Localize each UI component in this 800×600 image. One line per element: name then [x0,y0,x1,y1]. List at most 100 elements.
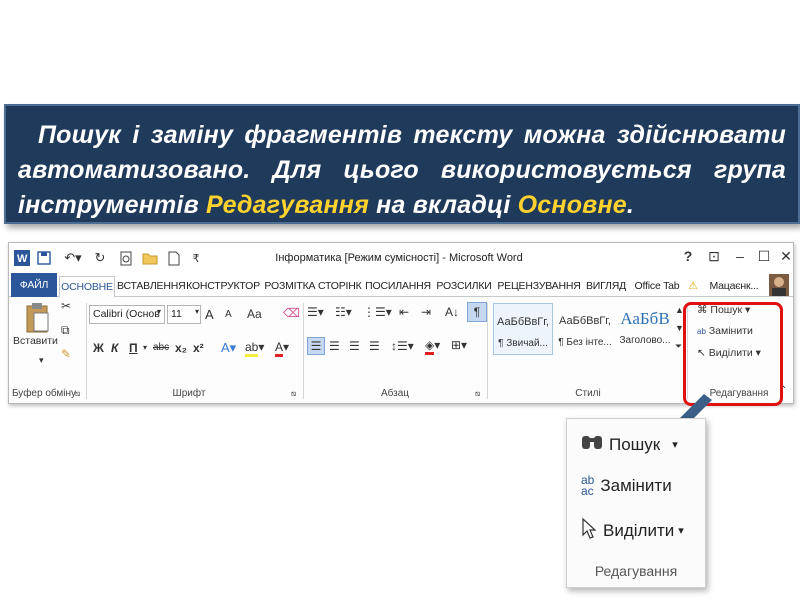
styles-more-icon[interactable]: ⏷ [675,341,682,352]
open-folder-icon[interactable] [141,249,159,267]
clipboard-launcher-icon[interactable]: ⧅ [75,389,80,399]
grow-font-icon[interactable]: A [205,307,214,322]
font-name-dropdown-icon[interactable]: ▾ [157,307,161,316]
tab-home[interactable]: ОСНОВНЕ [59,276,115,298]
avatar[interactable] [769,274,789,296]
font-size-dropdown-icon[interactable]: ▾ [195,307,199,316]
italic-button[interactable]: К [111,341,118,355]
ribbon-display-icon[interactable]: ⊡ [703,248,725,265]
underline-button[interactable]: П [129,341,138,355]
close-icon[interactable]: ✕ [775,248,793,265]
tab-mailings[interactable]: РОЗСИЛКИ [433,276,495,297]
format-painter-icon[interactable]: ✎ [61,347,71,361]
strikethrough-button[interactable]: abc [153,342,169,353]
tab-office-tab[interactable]: Office Tab [631,276,683,297]
decrease-indent-icon[interactable]: ⇤ [399,305,409,319]
clipboard-group-label: Буфер обміну [11,388,77,399]
info-banner: Пошук і заміну фрагментів тексту можна з… [4,104,800,224]
bullets-icon[interactable]: ☰▾ [307,305,324,319]
paste-icon[interactable] [25,301,51,338]
ribbon-tabs: ФАЙЛ ОСНОВНЕ ВСТАВЛЕННЯ КОНСТРУКТОР РОЗМ… [9,273,793,298]
tab-design[interactable]: КОНСТРУКТОР [185,276,261,297]
bold-button[interactable]: Ж [93,341,104,355]
shading-icon[interactable]: ◈▾ [425,338,440,355]
align-left-icon[interactable]: ☰ [307,337,325,355]
superscript-button[interactable]: x² [193,341,204,355]
ribbon: Вставити ▾ ✂ ⧉ ✎ Буфер обміну ⧅ Calibri … [9,297,793,403]
separator [487,303,488,399]
style-no-spacing-name: ¶ Без інте... [558,337,612,348]
redo-icon[interactable]: ↻ [91,249,109,267]
title-bar: W ↶▾ ↻ ₹ Інформатика [Режим сумісності] … [9,243,793,273]
align-center-icon[interactable]: ☰ [329,339,340,353]
tab-view[interactable]: ВИГЛЯД [583,276,629,297]
word-logo-icon: W [13,249,31,267]
sort-icon[interactable]: A↓ [445,305,459,319]
zoom-replace-label: Замінити [600,476,672,495]
paste-button[interactable]: Вставити [13,335,58,347]
editing-highlight-frame [683,302,783,406]
style-heading-preview: АаБбВ [620,309,670,328]
user-account[interactable]: Мацаєнк... [703,276,765,297]
numbering-icon[interactable]: ☷▾ [335,305,352,319]
chevron-down-icon: ▾ [678,525,684,537]
styles-group-label: Стилі [575,388,601,399]
tab-references[interactable]: ПОСИЛАННЯ [365,276,431,297]
undo-icon[interactable]: ↶▾ [61,249,85,267]
shrink-font-icon[interactable]: A [225,309,232,320]
style-normal[interactable]: АаБбВвГг, ¶ Звичай... [493,303,553,355]
subscript-button[interactable]: x₂ [175,341,187,355]
zoom-select-button: Виділити ▾ [581,517,684,544]
help-icon[interactable]: ? [677,248,699,264]
text-effects-icon[interactable]: A▾ [221,340,236,356]
save-icon[interactable] [35,249,53,267]
zoom-select-label: Виділити [603,520,675,540]
customize-toolbar-icon[interactable]: ₹ [189,249,203,267]
style-no-spacing[interactable]: АаБбВвГг, ¶ Без інте... [555,303,615,355]
font-name-combo[interactable]: Calibri (Основ [89,305,165,324]
replace-icon: ab ac [581,473,595,498]
print-preview-icon[interactable] [117,249,135,267]
increase-indent-icon[interactable]: ⇥ [421,305,431,319]
banner-highlight-home: Основне [517,191,627,219]
new-document-icon[interactable] [165,249,183,267]
style-heading-name: Заголово... [619,335,671,346]
show-marks-icon[interactable]: ¶ [467,302,487,322]
multilevel-list-icon[interactable]: ⋮☰▾ [363,305,392,319]
copy-icon[interactable]: ⧉ [61,323,70,338]
cut-icon[interactable]: ✂ [61,299,71,313]
zoom-find-button: Пошук ▾ [581,433,678,456]
borders-icon[interactable]: ⊞▾ [451,338,467,352]
minimize-icon[interactable]: – [729,248,751,264]
clear-formatting-icon[interactable]: ⌫ [283,306,300,320]
tab-page-layout[interactable]: РОЗМІТКА СТОРІНК [263,276,363,297]
separator [86,303,87,399]
style-no-spacing-preview: АаБбВвГг, [559,315,611,327]
line-spacing-icon[interactable]: ↕☰▾ [391,339,414,353]
change-case-icon[interactable]: Aa [247,307,262,321]
font-color-icon[interactable]: A▾ [275,340,289,357]
svg-text:W: W [17,253,28,265]
zoom-group-label: Редагування [594,563,678,579]
tab-review[interactable]: РЕЦЕНЗУВАННЯ [497,276,581,297]
underline-dropdown-icon[interactable]: ▾ [143,343,147,352]
warning-icon: ⚠ [688,280,698,292]
justify-icon[interactable]: ☰ [369,339,380,353]
word-window: W ↶▾ ↻ ₹ Інформатика [Режим сумісності] … [8,242,794,404]
editing-zoom-callout: Пошук ▾ ab ac Замінити Виділити ▾ Редагув… [566,418,706,588]
highlight-color-icon[interactable]: ab▾ [245,340,264,357]
zoom-replace-button: ab ac Замінити [581,473,672,498]
font-launcher-icon[interactable]: ⧅ [291,389,296,399]
chevron-down-icon: ▾ [672,439,678,451]
tab-file[interactable]: ФАЙЛ [11,273,57,297]
align-right-icon[interactable]: ☰ [349,339,360,353]
style-heading[interactable]: АаБбВ Заголово... [615,303,675,355]
tab-insert[interactable]: ВСТАВЛЕННЯ [117,276,186,297]
banner-text-part2: на вкладці [369,191,518,219]
paragraph-launcher-icon[interactable]: ⧅ [475,389,480,399]
zoom-find-label: Пошук [609,434,661,454]
style-normal-name: ¶ Звичай... [498,338,548,349]
maximize-icon[interactable]: ☐ [753,248,775,265]
paste-dropdown-icon[interactable]: ▾ [39,355,44,366]
style-normal-preview: АаБбВвГг, [497,316,549,328]
